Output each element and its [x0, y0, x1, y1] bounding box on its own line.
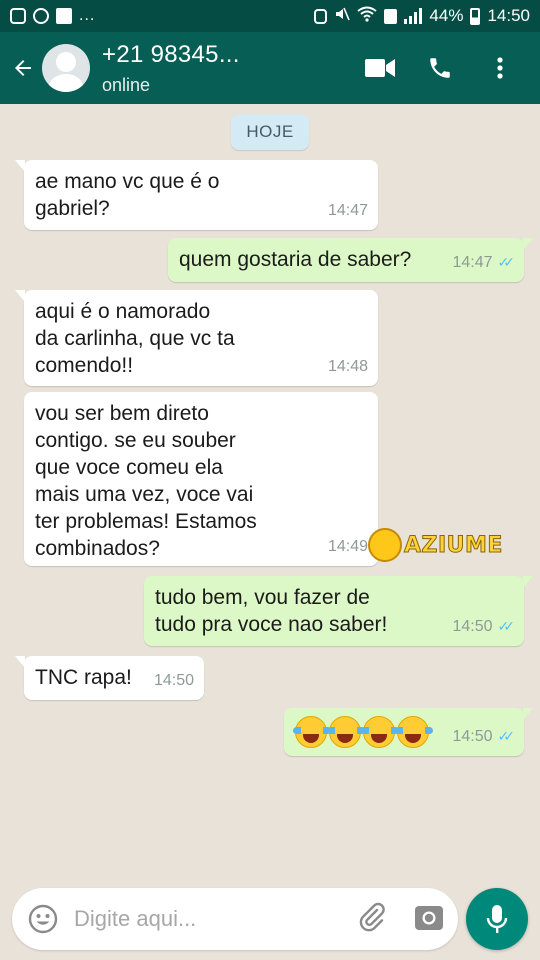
message-text: vou ser bem direto: [35, 402, 209, 425]
incoming-message[interactable]: vou ser bem direto contigo. se eu souber…: [24, 392, 378, 566]
watermark: AZIUME: [368, 528, 503, 562]
attach-icon: [359, 902, 385, 931]
status-overflow: ...: [79, 7, 96, 24]
outgoing-message[interactable]: tudo bem, vou fazer de tudo pra voce nao…: [144, 576, 533, 646]
message-time: 14:50: [452, 728, 493, 745]
whatsapp-icon: [33, 8, 49, 24]
message-text: que voce comeu ela: [35, 456, 223, 479]
camera-button[interactable]: [414, 903, 444, 936]
clock: 14:50: [487, 6, 530, 25]
outgoing-message[interactable]: quem gostaria de saber? 14:47 ✓✓: [168, 238, 533, 282]
status-bar: ... 44% 14:50: [0, 0, 540, 32]
message-input[interactable]: [74, 906, 324, 932]
tears-of-joy-emoji: [361, 716, 399, 748]
message-time: 14:49: [327, 538, 368, 555]
back-arrow-icon: [15, 60, 31, 76]
watermark-logo-icon: [368, 528, 402, 562]
android-icon: [314, 8, 328, 24]
incoming-message[interactable]: aqui é o namorado da carlinha, que vc ta…: [15, 290, 378, 386]
camera-icon: [415, 905, 443, 930]
emoji-button[interactable]: [26, 902, 60, 936]
message-time: 14:50: [153, 672, 194, 689]
contact-name: +21 98345...: [102, 40, 240, 68]
read-receipt-icon: ✓✓: [497, 254, 516, 270]
message-time: 14:47: [327, 202, 368, 219]
tears-of-joy-emoji: [395, 716, 433, 748]
message-time: 14:47: [452, 254, 493, 271]
chat-header: +21 98345... online: [0, 32, 540, 104]
voice-call-button[interactable]: [424, 52, 456, 84]
instagram-icon: [10, 8, 26, 24]
battery-level: 44%: [429, 6, 464, 25]
contact-status: online: [102, 74, 151, 95]
message-time: 14:48: [327, 358, 368, 375]
date-divider: HOJE: [231, 114, 309, 150]
outgoing-message[interactable]: 14:50 ✓✓: [284, 708, 533, 756]
more-options-button[interactable]: [484, 52, 516, 84]
attach-button[interactable]: [356, 901, 388, 938]
message-text: ae mano vc que é o: [35, 170, 220, 193]
message-list[interactable]: HOJE ae mano vc que é o gabriel? 14:47 q…: [0, 104, 540, 874]
message-text: mais uma vez, voce vai: [35, 483, 254, 506]
video-call-icon: [365, 59, 395, 77]
read-receipt-icon: ✓✓: [497, 728, 516, 744]
signal-icon: [404, 8, 423, 24]
avatar[interactable]: [42, 44, 90, 92]
facebook-icon: [56, 8, 72, 24]
battery-icon: [470, 7, 481, 25]
message-text: contigo. se eu souber: [35, 429, 236, 452]
more-vert-icon: [497, 57, 503, 79]
message-text: ter problemas! Estamos: [35, 510, 257, 533]
message-time: 14:50: [452, 618, 493, 635]
message-text: gabriel?: [35, 197, 110, 220]
message-text: tudo bem, vou fazer de: [155, 586, 370, 609]
contact-info[interactable]: +21 98345... online: [102, 40, 240, 97]
phone-icon: [430, 58, 450, 78]
wifi-icon: [357, 6, 378, 27]
mic-icon: [486, 905, 508, 933]
message-composer: [12, 888, 458, 950]
message-text: combinados?: [35, 537, 160, 560]
message-text: comendo!!: [35, 354, 134, 377]
voice-message-button[interactable]: [466, 888, 528, 950]
tears-of-joy-emoji: [327, 716, 365, 748]
incoming-message[interactable]: TNC rapa! 14:50: [15, 656, 204, 700]
incoming-message[interactable]: ae mano vc que é o gabriel? 14:47: [15, 160, 378, 230]
emoji-icon: [28, 904, 58, 934]
read-receipt-icon: ✓✓: [497, 618, 516, 634]
video-call-button[interactable]: [364, 52, 396, 84]
watermark-text: AZIUME: [404, 532, 503, 558]
message-text: aqui é o namorado: [35, 300, 211, 323]
sim-icon: [384, 8, 398, 24]
mute-icon: [334, 6, 351, 27]
message-text: da carlinha, que vc ta: [35, 327, 235, 350]
tears-of-joy-emoji: [293, 716, 331, 748]
back-button[interactable]: [4, 32, 42, 104]
